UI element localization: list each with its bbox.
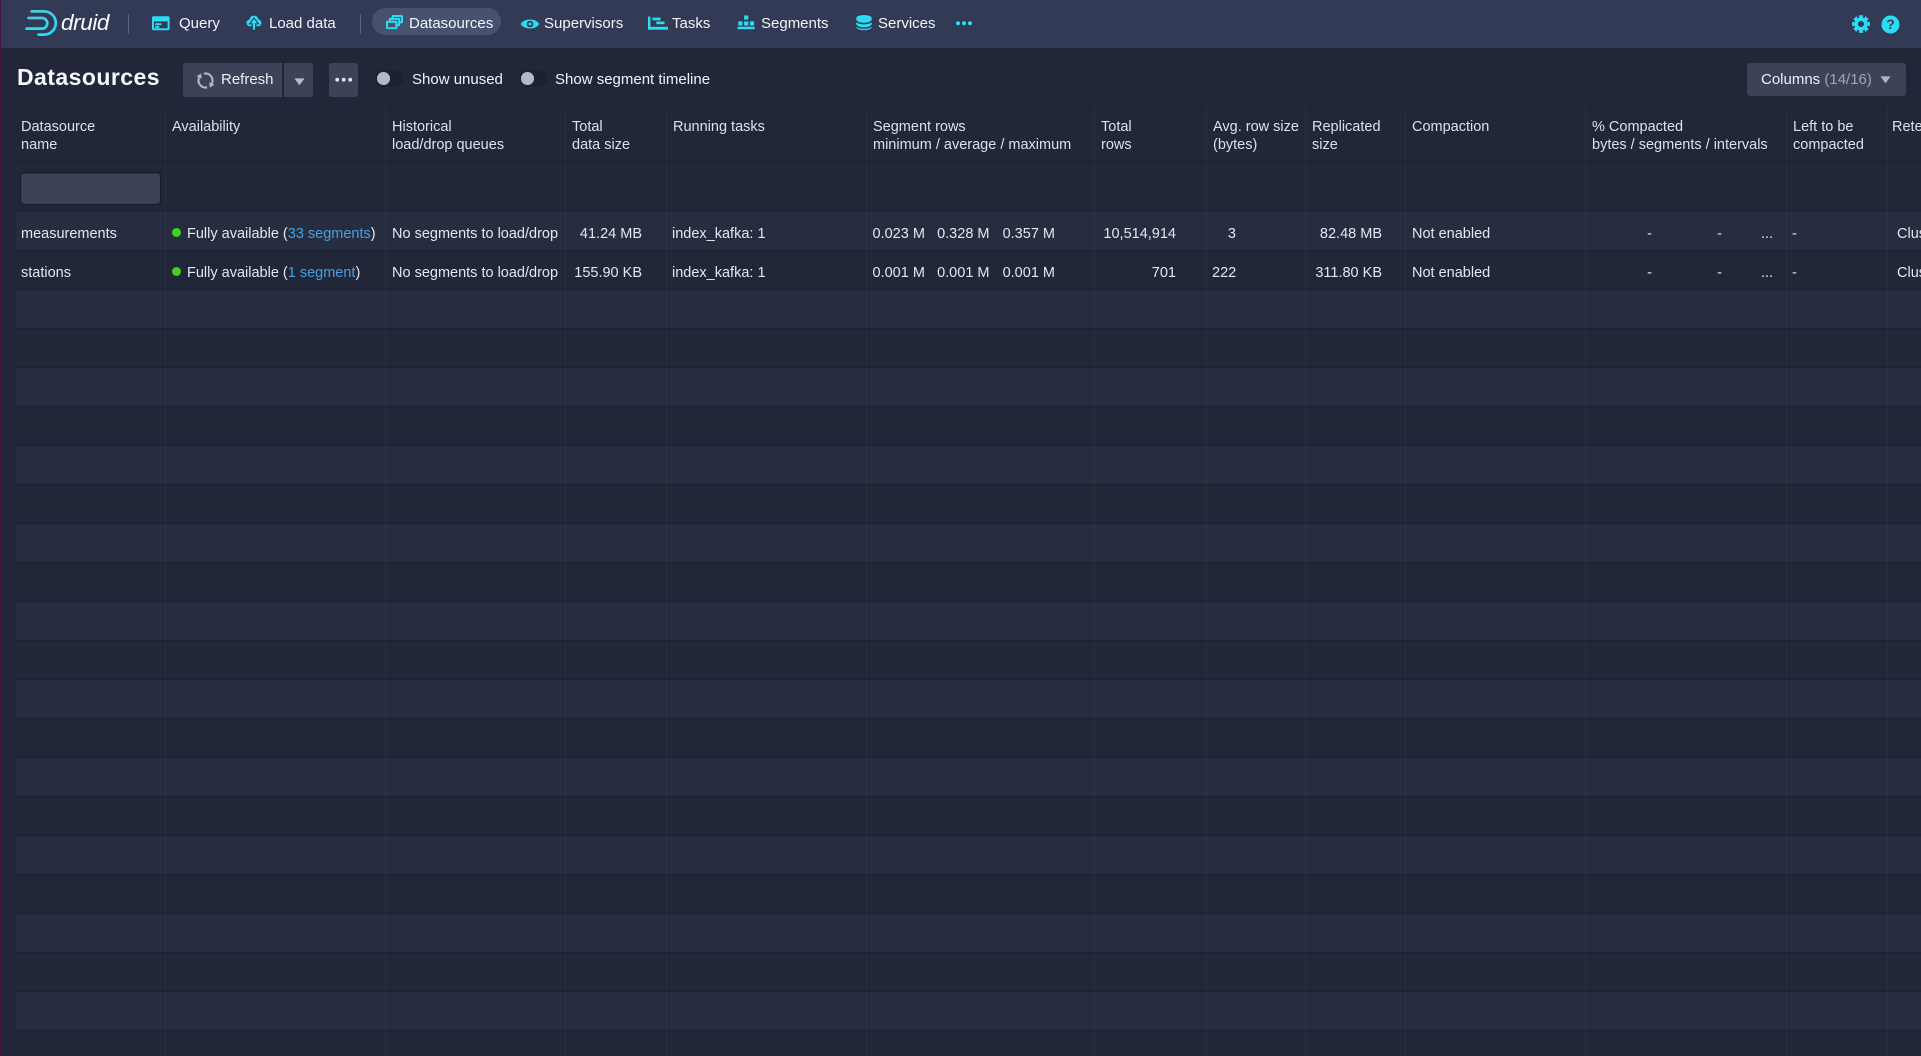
svg-text:?: ? xyxy=(1886,16,1895,32)
